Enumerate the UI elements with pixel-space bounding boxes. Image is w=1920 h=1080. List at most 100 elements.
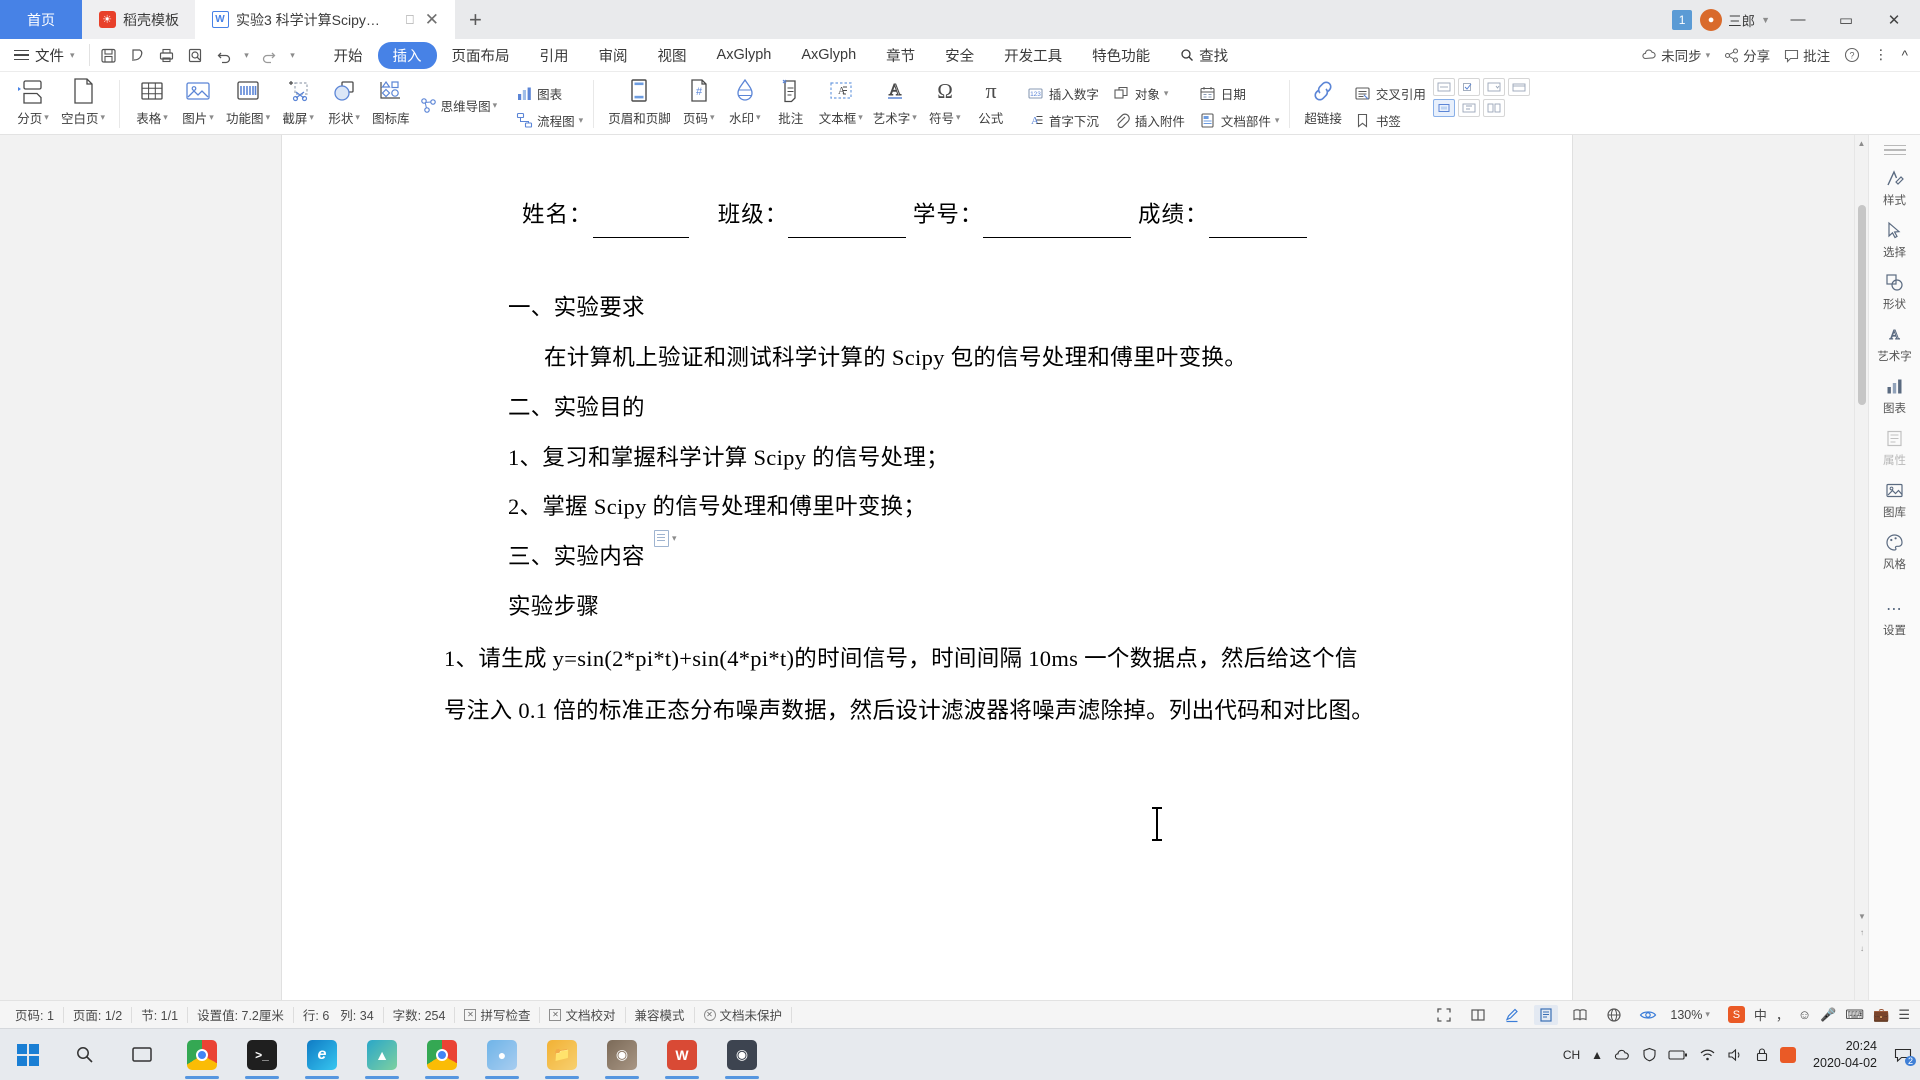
status-word-count[interactable]: 字数: 254 — [384, 1006, 456, 1023]
previous-page-button[interactable]: ↑ — [1855, 924, 1869, 940]
print-preview-icon[interactable] — [125, 43, 151, 67]
date-button[interactable]: 日期 — [1195, 82, 1284, 105]
redo-icon[interactable] — [256, 43, 282, 67]
tab-document-active[interactable]: W 实验3 科学计算Scipy实验(下) ⎕ ✕ — [195, 0, 455, 39]
lock-icon[interactable] — [1755, 1047, 1769, 1062]
print-layout-icon[interactable] — [1534, 1004, 1559, 1025]
student-id-blank[interactable] — [983, 193, 1132, 238]
icon-library-button[interactable]: 图标库 — [367, 74, 415, 129]
status-column[interactable]: 列: 34 — [331, 1006, 384, 1023]
shield-icon[interactable] — [1642, 1047, 1657, 1062]
watermark-button[interactable]: 水印 ▾ — [722, 74, 768, 129]
new-comment-button[interactable]: 批注 — [768, 74, 814, 129]
status-setting-value[interactable]: 设置值: 7.2厘米 — [188, 1006, 294, 1023]
tab-sections[interactable]: 章节 — [871, 42, 930, 69]
date-control-icon[interactable] — [1507, 78, 1530, 96]
customize-quick-access-icon[interactable]: ▾ — [285, 43, 301, 67]
ime-lang-toggle[interactable]: 中 — [1754, 1005, 1767, 1024]
checkbox-control-icon[interactable] — [1457, 78, 1480, 96]
page-break-button[interactable]: 分页 ▾ — [10, 74, 56, 129]
attachment-button[interactable]: 插入附件 — [1109, 109, 1189, 132]
user-account[interactable]: ● 三郎 ▼ — [1700, 8, 1770, 31]
more-options-icon[interactable]: ⋮ — [1874, 47, 1888, 63]
word-art-button[interactable]: A 艺术字 ▾ — [868, 74, 922, 129]
collapse-ribbon-icon[interactable]: ^ — [1902, 48, 1908, 63]
undo-icon[interactable] — [212, 43, 238, 67]
sidebar-item-properties[interactable]: 属性 — [1869, 422, 1920, 473]
toolbox-icon[interactable]: 💼 — [1873, 1007, 1889, 1023]
header-footer-button[interactable]: 页眉和页脚 — [603, 74, 676, 129]
page-number-button[interactable]: # 页码 ▾ — [676, 74, 722, 129]
onedrive-icon[interactable] — [1614, 1048, 1631, 1062]
name-field-blank[interactable] — [592, 193, 689, 238]
tab-view[interactable]: 视图 — [643, 42, 702, 69]
save-icon[interactable] — [96, 43, 122, 67]
taskbar-app-chrome[interactable] — [172, 1029, 232, 1080]
keyboard-icon[interactable]: ⌨ — [1845, 1007, 1864, 1023]
picture-button[interactable]: 图片 ▾ — [175, 74, 221, 129]
taskbar-search-button[interactable] — [56, 1029, 112, 1080]
new-tab-button[interactable]: + — [455, 0, 496, 39]
status-page-number[interactable]: 页码: 1 — [6, 1006, 64, 1023]
taskbar-app-obs[interactable]: ◉ — [712, 1029, 772, 1080]
minimize-button[interactable]: — — [1778, 0, 1818, 39]
sidebar-item-settings[interactable]: ⋯ 设置 — [1869, 592, 1920, 643]
equation-button[interactable]: π 公式 — [968, 74, 1014, 129]
taskbar-app-terminal[interactable]: >_ — [232, 1029, 292, 1080]
maximize-button[interactable]: ▭ — [1826, 0, 1866, 39]
cross-reference-button[interactable]: 交叉引用 — [1350, 82, 1430, 105]
taskbar-app-skype[interactable]: ● — [472, 1029, 532, 1080]
volume-icon[interactable] — [1727, 1048, 1744, 1062]
sync-status[interactable]: 未同步 ▾ — [1641, 45, 1710, 65]
combo-control-icon[interactable] — [1482, 78, 1505, 96]
print-icon[interactable] — [154, 43, 180, 67]
tab-security[interactable]: 安全 — [930, 42, 989, 69]
comment-button[interactable]: 批注 — [1784, 45, 1830, 65]
bookmark-button[interactable]: 书签 — [1350, 109, 1430, 132]
sidebar-item-style[interactable]: 风格 — [1869, 526, 1920, 577]
help-icon[interactable]: ? — [1844, 47, 1860, 63]
tab-axglyph-1[interactable]: AxGlyph — [702, 44, 787, 66]
tab-review[interactable]: 审阅 — [584, 42, 643, 69]
document-parts-button[interactable]: 文档部件 ▾ — [1195, 109, 1284, 132]
taskbar-app-other[interactable]: ◉ — [592, 1029, 652, 1080]
taskbar-app-explorer[interactable]: 📁 — [532, 1029, 592, 1080]
web-layout-icon[interactable] — [1602, 1005, 1626, 1025]
status-protection[interactable]: ✕ 文档未保护 — [695, 1006, 793, 1023]
hyperlink-button[interactable]: 超链接 — [1299, 74, 1347, 129]
taskbar-app-wps[interactable]: W — [652, 1029, 712, 1080]
table-button[interactable]: 表格 ▾ — [129, 74, 175, 129]
object-anchor[interactable]: ▾ — [654, 530, 677, 547]
fullscreen-icon[interactable] — [1432, 1005, 1456, 1025]
text-box-button[interactable]: A 文本框 ▾ — [814, 74, 868, 129]
clock[interactable]: 20:24 2020-04-02 — [1807, 1038, 1883, 1072]
design-mode-icon[interactable] — [1432, 99, 1455, 117]
tab-find[interactable]: 查找 — [1165, 42, 1243, 69]
scrollbar-thumb[interactable] — [1858, 205, 1866, 405]
file-menu-button[interactable]: 文件 ▾ — [0, 45, 85, 66]
sidebar-item-chart[interactable]: 图表 — [1869, 370, 1920, 421]
insert-number-button[interactable]: 123 插入数字 — [1023, 82, 1103, 105]
status-page-count[interactable]: 页面: 1/2 — [64, 1006, 133, 1023]
tab-references[interactable]: 引用 — [525, 42, 584, 69]
sidebar-item-gallery[interactable]: 图库 — [1869, 474, 1920, 525]
tray-sogou-icon[interactable] — [1780, 1046, 1797, 1063]
score-field-blank[interactable] — [1208, 193, 1307, 238]
next-page-button[interactable]: ↓ — [1855, 940, 1869, 956]
object-button[interactable]: 对象 ▾ — [1109, 82, 1189, 105]
chart-button[interactable]: 图表 — [511, 82, 587, 105]
sidebar-grip-icon[interactable] — [1883, 143, 1906, 157]
tab-start[interactable]: 开始 — [319, 42, 378, 69]
battery-icon[interactable] — [1668, 1049, 1688, 1061]
blank-page-button[interactable]: 空白页 ▾ — [56, 74, 110, 129]
tab-page-layout[interactable]: 页面布局 — [437, 42, 525, 69]
taskbar-app-edge[interactable]: e — [292, 1029, 352, 1080]
tab-home[interactable]: 首页 — [0, 0, 82, 39]
tray-language[interactable]: CH — [1563, 1048, 1580, 1062]
sidebar-item-styles[interactable]: 样式 — [1869, 162, 1920, 213]
tab-axglyph-2[interactable]: AxGlyph — [786, 44, 871, 66]
notification-center-button[interactable]: 2 — [1894, 1047, 1916, 1066]
status-proofread[interactable]: ✕ 文档校对 — [540, 1006, 626, 1023]
symbol-button[interactable]: Ω 符号 ▾ — [922, 74, 968, 129]
smiley-icon[interactable]: ☺ — [1798, 1007, 1811, 1022]
